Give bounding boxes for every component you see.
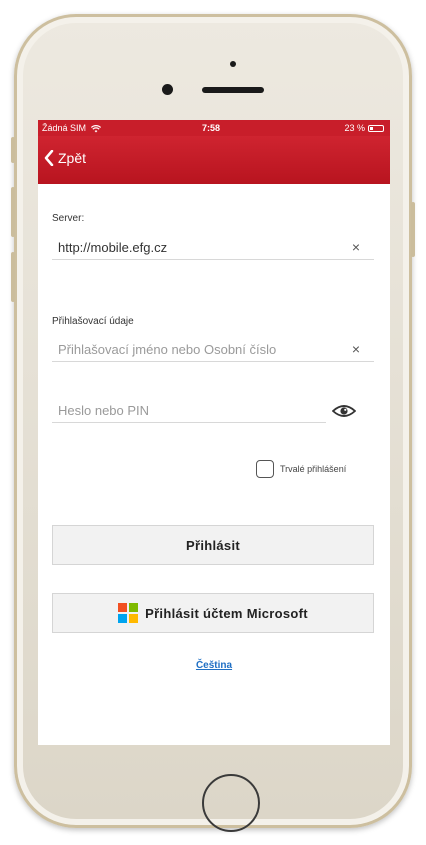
password-field[interactable]: Heslo nebo PIN xyxy=(52,397,326,423)
status-time: 7:58 xyxy=(202,123,221,133)
power-button xyxy=(411,202,415,257)
eye-icon[interactable] xyxy=(332,404,356,418)
remember-login-row[interactable]: Trvalé přihlášení xyxy=(256,460,346,478)
microsoft-logo-icon xyxy=(118,603,139,623)
credentials-label: Přihlašovací údaje xyxy=(52,316,134,327)
remember-label: Trvalé přihlášení xyxy=(280,464,347,474)
microsoft-login-label: Přihlásit účtem Microsoft xyxy=(145,605,308,621)
carrier-label: Žádná SIM xyxy=(42,123,101,133)
battery-percent: 23 % xyxy=(344,123,365,133)
carrier-text: Žádná SIM xyxy=(42,123,87,133)
server-label: Server: xyxy=(52,213,85,224)
wifi-icon xyxy=(90,124,101,133)
status-bar: Žádná SIM 7:58 23 % xyxy=(38,120,390,136)
server-clear-icon[interactable]: × xyxy=(352,239,360,255)
battery-status: 23 % xyxy=(344,123,384,133)
username-field[interactable]: Přihlašovací jméno nebo Osobní číslo × xyxy=(52,336,374,362)
navigation-bar: Zpět xyxy=(38,136,390,184)
back-button[interactable]: Zpět xyxy=(44,150,86,166)
app-screen: Žádná SIM 7:58 23 % Zpět Server: http://… xyxy=(38,120,390,745)
volume-down-button xyxy=(11,252,15,302)
language-link[interactable]: Čeština xyxy=(38,660,390,671)
back-chevron-icon xyxy=(44,150,54,166)
server-field[interactable]: http://mobile.efg.cz × xyxy=(52,234,374,260)
server-input-value[interactable]: http://mobile.efg.cz xyxy=(58,240,167,255)
login-button-label: Přihlásit xyxy=(186,537,240,553)
username-clear-icon[interactable]: × xyxy=(352,341,360,357)
proximity-sensor xyxy=(230,61,236,67)
volume-up-button xyxy=(11,187,15,237)
battery-icon xyxy=(368,124,384,132)
earpiece-speaker xyxy=(202,87,264,93)
front-camera xyxy=(162,84,173,95)
microsoft-login-button[interactable]: Přihlásit účtem Microsoft xyxy=(52,593,374,633)
username-placeholder[interactable]: Přihlašovací jméno nebo Osobní číslo xyxy=(58,342,276,357)
login-button[interactable]: Přihlásit xyxy=(52,525,374,565)
remember-checkbox[interactable] xyxy=(256,460,274,478)
home-button[interactable] xyxy=(202,774,260,832)
password-placeholder[interactable]: Heslo nebo PIN xyxy=(58,403,149,418)
back-label: Zpět xyxy=(58,150,87,166)
mute-switch xyxy=(11,137,15,163)
